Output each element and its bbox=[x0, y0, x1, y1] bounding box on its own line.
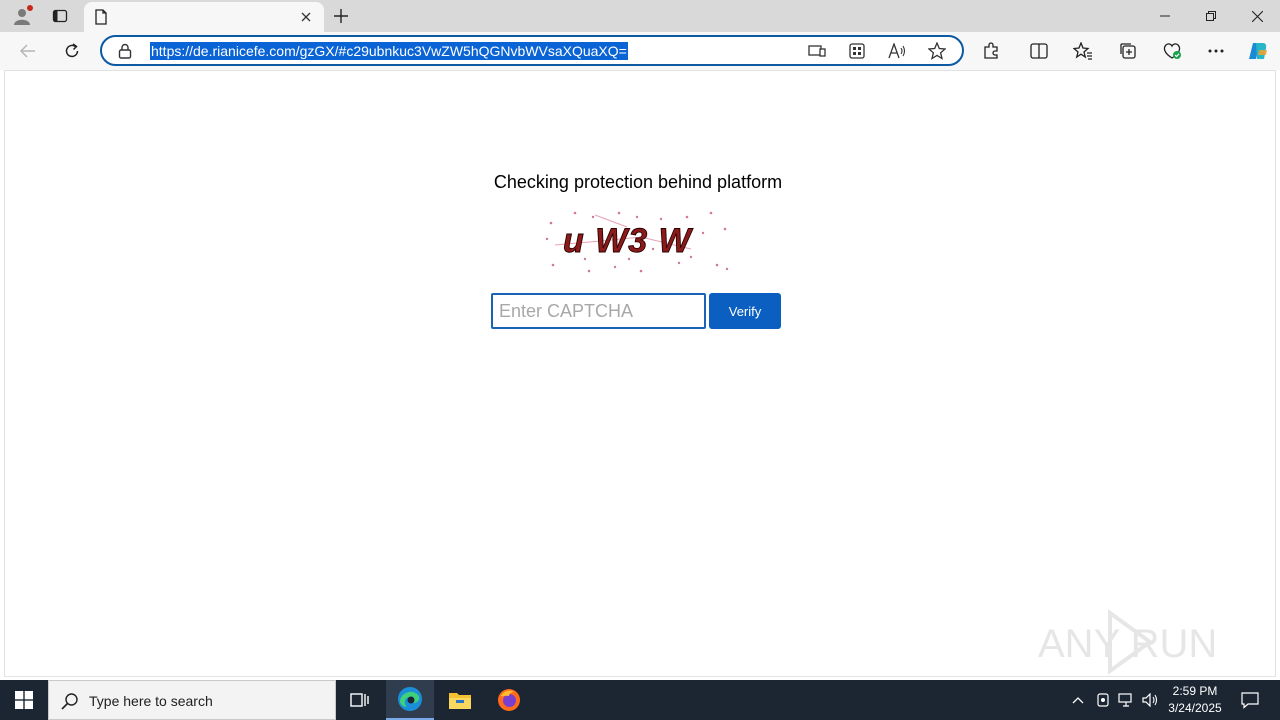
back-icon bbox=[20, 44, 35, 58]
extensions-icon bbox=[984, 42, 998, 59]
browser-toolbar: https://de.rianicefe.com/gzGX/#c29ubnkuc… bbox=[0, 32, 1280, 70]
minimize-button[interactable] bbox=[1142, 0, 1188, 32]
read-aloud-icon bbox=[888, 43, 906, 59]
collections-icon bbox=[1120, 43, 1136, 59]
tray-app-button[interactable] bbox=[1091, 680, 1115, 720]
active-tab[interactable] bbox=[84, 2, 324, 32]
device-button[interactable] bbox=[806, 41, 828, 61]
window-close-icon bbox=[1251, 10, 1263, 22]
new-tab-button[interactable] bbox=[328, 4, 354, 28]
taskbar-search[interactable]: Type here to search bbox=[48, 680, 336, 720]
search-placeholder: Type here to search bbox=[89, 693, 213, 709]
anyrun-watermark: ANY RUN bbox=[1038, 609, 1217, 675]
edge-icon bbox=[398, 687, 422, 711]
clock-date: 3/24/2025 bbox=[1168, 701, 1222, 715]
taskbar-file-explorer[interactable] bbox=[436, 680, 484, 720]
notification-icon bbox=[1241, 692, 1259, 709]
tab-actions-icon bbox=[52, 9, 68, 23]
tray-app-icon bbox=[1097, 693, 1109, 707]
captcha-input[interactable] bbox=[491, 293, 706, 329]
refresh-button[interactable] bbox=[57, 36, 87, 66]
restore-icon bbox=[1206, 11, 1216, 21]
windows-logo-icon bbox=[15, 691, 33, 709]
url-text[interactable]: https://de.rianicefe.com/gzGX/#c29ubnkuc… bbox=[150, 42, 628, 60]
lock-icon[interactable] bbox=[118, 43, 132, 59]
split-screen-button[interactable] bbox=[1024, 36, 1054, 66]
volume-button[interactable] bbox=[1139, 680, 1163, 720]
folder-icon bbox=[449, 693, 471, 709]
network-button[interactable] bbox=[1114, 680, 1138, 720]
task-view-icon bbox=[350, 693, 369, 707]
taskbar-edge[interactable] bbox=[386, 680, 434, 720]
favorites-button[interactable] bbox=[1068, 36, 1098, 66]
favorite-star-icon bbox=[928, 42, 946, 60]
notifications-button[interactable] bbox=[1232, 680, 1268, 720]
page-heading: Checking protection behind platform bbox=[493, 172, 783, 192]
search-icon bbox=[61, 693, 78, 710]
verify-button[interactable]: Verify bbox=[709, 293, 781, 329]
collections-button[interactable] bbox=[1113, 36, 1143, 66]
favorites-icon bbox=[1073, 42, 1092, 60]
captcha-text: u W3 W bbox=[563, 222, 694, 260]
apps-button[interactable] bbox=[846, 41, 868, 61]
more-icon bbox=[1208, 49, 1224, 53]
read-aloud-button[interactable] bbox=[886, 41, 908, 61]
new-tab-icon bbox=[334, 9, 348, 23]
favorite-button[interactable] bbox=[926, 41, 948, 61]
captcha-image: u W3 W bbox=[545, 211, 729, 273]
more-button[interactable] bbox=[1201, 36, 1231, 66]
taskbar: Type here to search 2:59 PM 3/24/2025 bbox=[0, 680, 1280, 720]
start-button[interactable] bbox=[0, 680, 48, 720]
extensions-button[interactable] bbox=[976, 36, 1006, 66]
profile-notification-dot bbox=[27, 5, 33, 11]
page-icon bbox=[95, 9, 107, 25]
refresh-icon bbox=[65, 43, 79, 58]
browser-essentials-icon bbox=[1163, 43, 1181, 59]
back-button[interactable] bbox=[13, 36, 43, 66]
taskbar-clock[interactable]: 2:59 PM 3/24/2025 bbox=[1162, 683, 1228, 717]
copilot-button[interactable] bbox=[1243, 36, 1273, 66]
clock-time: 2:59 PM bbox=[1172, 684, 1218, 698]
tab-strip bbox=[0, 0, 1280, 32]
firefox-icon bbox=[498, 689, 520, 711]
minimize-icon bbox=[1160, 15, 1170, 17]
device-icon bbox=[808, 45, 826, 57]
address-bar[interactable]: https://de.rianicefe.com/gzGX/#c29ubnkuc… bbox=[100, 35, 964, 66]
tab-actions-button[interactable] bbox=[44, 4, 76, 28]
network-icon bbox=[1118, 693, 1132, 707]
split-screen-icon bbox=[1030, 43, 1048, 59]
window-close-button[interactable] bbox=[1234, 0, 1280, 32]
apps-icon bbox=[849, 43, 865, 59]
page-content: Checking protection behind platform u W3… bbox=[4, 70, 1276, 677]
taskbar-firefox[interactable] bbox=[485, 680, 533, 720]
browser-essentials-button[interactable] bbox=[1157, 36, 1187, 66]
profile-button[interactable] bbox=[6, 4, 38, 28]
tab-close-button[interactable] bbox=[298, 9, 314, 25]
volume-icon bbox=[1142, 693, 1158, 707]
copilot-icon bbox=[1249, 43, 1267, 59]
task-view-button[interactable] bbox=[336, 680, 384, 720]
show-hidden-icons-button[interactable] bbox=[1066, 680, 1090, 720]
restore-button[interactable] bbox=[1188, 0, 1234, 32]
close-icon bbox=[301, 12, 311, 22]
chevron-up-icon bbox=[1072, 697, 1084, 704]
